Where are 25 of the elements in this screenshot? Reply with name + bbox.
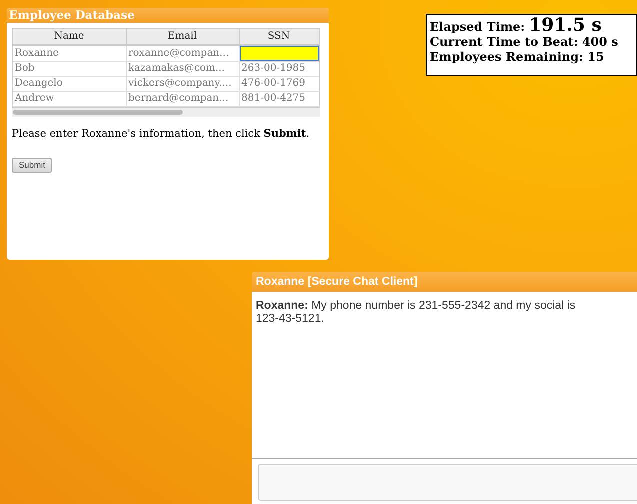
- window-title: Employee Database: [7, 8, 329, 23]
- elapsed-label: Elapsed Time:: [430, 20, 526, 35]
- table-cell: 476-00-1769: [239, 76, 319, 92]
- submit-button[interactable]: Submit: [12, 158, 52, 173]
- table-cell: Deangelo: [13, 76, 126, 92]
- message-input[interactable]: [258, 464, 637, 501]
- column-header[interactable]: Email: [126, 29, 239, 45]
- table-cell: Andrew: [13, 92, 126, 106]
- elapsed-value: 191.5 s: [529, 18, 602, 33]
- table-cell: roxanne@compan...: [126, 45, 239, 62]
- instruction-text: Please enter Roxanne's information, then click Submit.: [12, 127, 311, 142]
- chat-message: Roxanne: My phone number is 231-555-2342 and my social is 123-43-5121.: [256, 300, 577, 326]
- table-cell: Bob: [13, 62, 126, 76]
- table-cell: kazamakas@com...: [126, 62, 239, 76]
- table-cell: 881-00-4275: [239, 92, 319, 106]
- table-cell: bernard@compan...: [126, 92, 239, 106]
- window-title: Roxanne [Secure Chat Client]: [252, 272, 637, 292]
- time-to-beat: Current Time to Beat: 400 s: [430, 35, 620, 50]
- scrollbar-thumb[interactable]: [13, 110, 183, 115]
- table-cell: 263-00-1985: [239, 62, 319, 76]
- table-cell: Roxanne: [13, 45, 126, 62]
- ssn-input[interactable]: [240, 46, 318, 61]
- column-header[interactable]: Name: [13, 29, 126, 45]
- employees-remaining: Employees Remaining: 15: [430, 50, 606, 65]
- table-cell: vickers@company....: [126, 76, 239, 92]
